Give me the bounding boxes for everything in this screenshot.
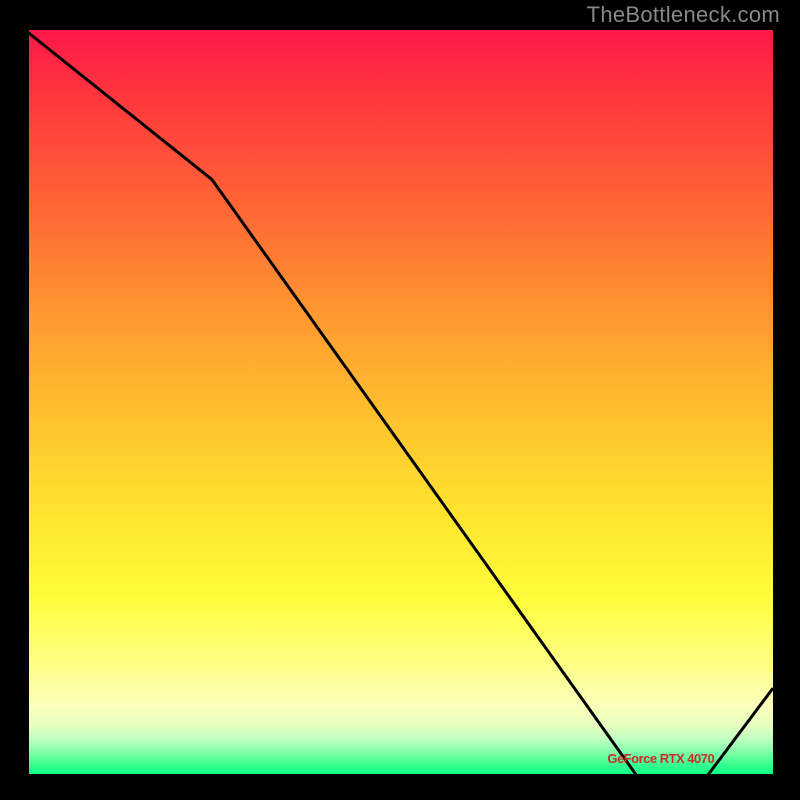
chart-svg: GeForce RTX 4070: [25, 30, 773, 778]
legend-label: GeForce RTX 4070: [607, 751, 714, 766]
chart-frame: TheBottleneck.com GeForce RTX 4070: [0, 0, 800, 800]
watermark-text: TheBottleneck.com: [587, 2, 780, 28]
bottleneck-curve: [25, 30, 773, 778]
